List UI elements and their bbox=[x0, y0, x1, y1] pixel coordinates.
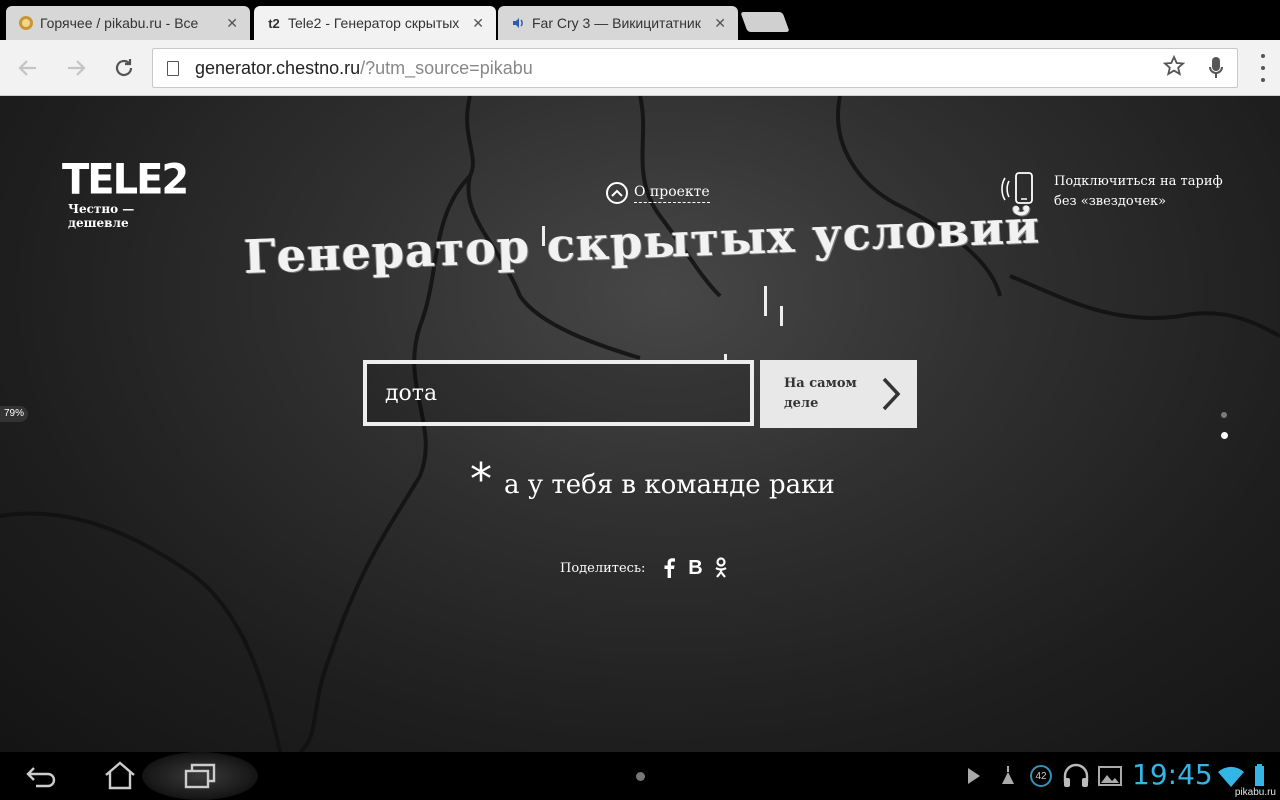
result-text: а у тебя в команде раки bbox=[504, 470, 835, 500]
tab-title: Far Cry 3 — Викицитатник bbox=[532, 15, 701, 31]
bookmark-star-icon[interactable] bbox=[1162, 54, 1186, 83]
tariff-text: Подключиться на тариф без «звездочек» bbox=[1054, 172, 1223, 212]
notification-count-badge[interactable]: 42 bbox=[1030, 765, 1052, 787]
tariff-line-1: Подключиться на тариф bbox=[1054, 174, 1223, 189]
actually-button[interactable]: На самом деле bbox=[760, 360, 917, 428]
tab-strip: Горячее / pikabu.ru - Все ✕ t2 Tele2 - Г… bbox=[0, 0, 1280, 40]
share-block: Поделитесь: В bbox=[560, 556, 735, 580]
paint-drip bbox=[780, 306, 783, 326]
actually-button-line-1: На самом bbox=[784, 376, 857, 391]
slide-indicator-dot-active[interactable] bbox=[1221, 432, 1228, 439]
gallery-icon[interactable] bbox=[1096, 760, 1136, 792]
tab-title: Горячее / pikabu.ru - Все bbox=[40, 15, 199, 31]
tab-title: Tele2 - Генератор скрытых bbox=[288, 15, 460, 31]
home-icon bbox=[105, 761, 135, 790]
arrow-right-icon bbox=[68, 60, 86, 76]
arrow-left-icon bbox=[18, 60, 36, 76]
headphones-icon[interactable] bbox=[1060, 760, 1100, 792]
chevron-up-icon bbox=[606, 182, 628, 204]
tab-pikabu[interactable]: Горячее / pikabu.ru - Все ✕ bbox=[6, 6, 250, 40]
paint-drip bbox=[764, 286, 767, 316]
logo-slogan: Честно — дешевле bbox=[68, 202, 135, 230]
close-icon[interactable]: ✕ bbox=[226, 15, 238, 32]
close-icon[interactable]: ✕ bbox=[472, 15, 484, 32]
tele2-favicon-icon: t2 bbox=[268, 15, 280, 31]
tab-tele2[interactable]: t2 Tele2 - Генератор скрытых ✕ bbox=[254, 6, 496, 40]
hidden-condition-result: * а у тебя в команде раки bbox=[470, 454, 835, 505]
facebook-icon[interactable] bbox=[657, 556, 681, 580]
tele2-logo[interactable]: TELE2 Честно — дешевле bbox=[62, 155, 189, 230]
home-nav-button[interactable] bbox=[100, 760, 140, 792]
system-bar: 42 19:45 pikabu.ru bbox=[0, 752, 1280, 800]
tab-wikiquote[interactable]: Far Cry 3 — Викицитатник ✕ bbox=[498, 6, 738, 40]
about-project-link[interactable]: О проекте bbox=[606, 182, 710, 204]
pikabu-icon bbox=[18, 15, 34, 31]
asterisk-mark: * bbox=[470, 454, 492, 505]
microphone-icon[interactable] bbox=[1209, 57, 1223, 79]
url-text[interactable]: generator.chestno.ru/?utm_source=pikabu bbox=[195, 58, 533, 79]
condition-input[interactable] bbox=[367, 364, 750, 422]
paint-drip bbox=[542, 226, 545, 246]
web-page: TELE2 Честно — дешевле О проекте Подключ… bbox=[0, 96, 1280, 752]
close-icon[interactable]: ✕ bbox=[714, 15, 726, 32]
reload-button[interactable] bbox=[110, 54, 138, 82]
vk-icon[interactable]: В bbox=[683, 556, 707, 580]
back-button[interactable] bbox=[14, 54, 42, 82]
share-label: Поделитесь: bbox=[560, 560, 646, 576]
battery-indicator: 79% bbox=[0, 406, 29, 422]
logo-brand: TELE2 bbox=[62, 155, 189, 205]
browser-toolbar: generator.chestno.ru/?utm_source=pikabu bbox=[0, 40, 1280, 96]
center-dot bbox=[636, 772, 645, 781]
actually-button-line-2: деле bbox=[784, 396, 819, 411]
chevron-right-icon bbox=[882, 377, 901, 411]
url-host: generator.chestno.ru bbox=[195, 57, 361, 78]
page-icon bbox=[167, 60, 179, 76]
back-nav-button[interactable] bbox=[22, 760, 62, 792]
slide-indicator-dot[interactable] bbox=[1221, 412, 1227, 418]
new-tab-button[interactable] bbox=[740, 12, 790, 32]
recents-nav-button[interactable] bbox=[180, 760, 220, 792]
condition-input-frame bbox=[363, 360, 754, 426]
about-label: О проекте bbox=[634, 184, 710, 203]
wiki-speaker-icon bbox=[510, 15, 526, 31]
status-clock[interactable]: 19:45 bbox=[1132, 758, 1213, 791]
menu-icon[interactable] bbox=[1260, 54, 1266, 82]
reload-icon bbox=[115, 59, 133, 77]
odnoklassniki-icon[interactable] bbox=[709, 556, 733, 580]
url-path: /?utm_source=pikabu bbox=[360, 57, 533, 78]
back-arrow-icon bbox=[26, 767, 56, 788]
address-bar[interactable]: generator.chestno.ru/?utm_source=pikabu bbox=[152, 48, 1238, 88]
recent-apps-icon bbox=[184, 763, 216, 789]
forward-button[interactable] bbox=[62, 54, 90, 82]
watermark: pikabu.ru bbox=[1234, 787, 1276, 798]
actually-button-label: На самом деле bbox=[760, 374, 870, 414]
tariff-line-2: без «звездочек» bbox=[1054, 194, 1167, 209]
